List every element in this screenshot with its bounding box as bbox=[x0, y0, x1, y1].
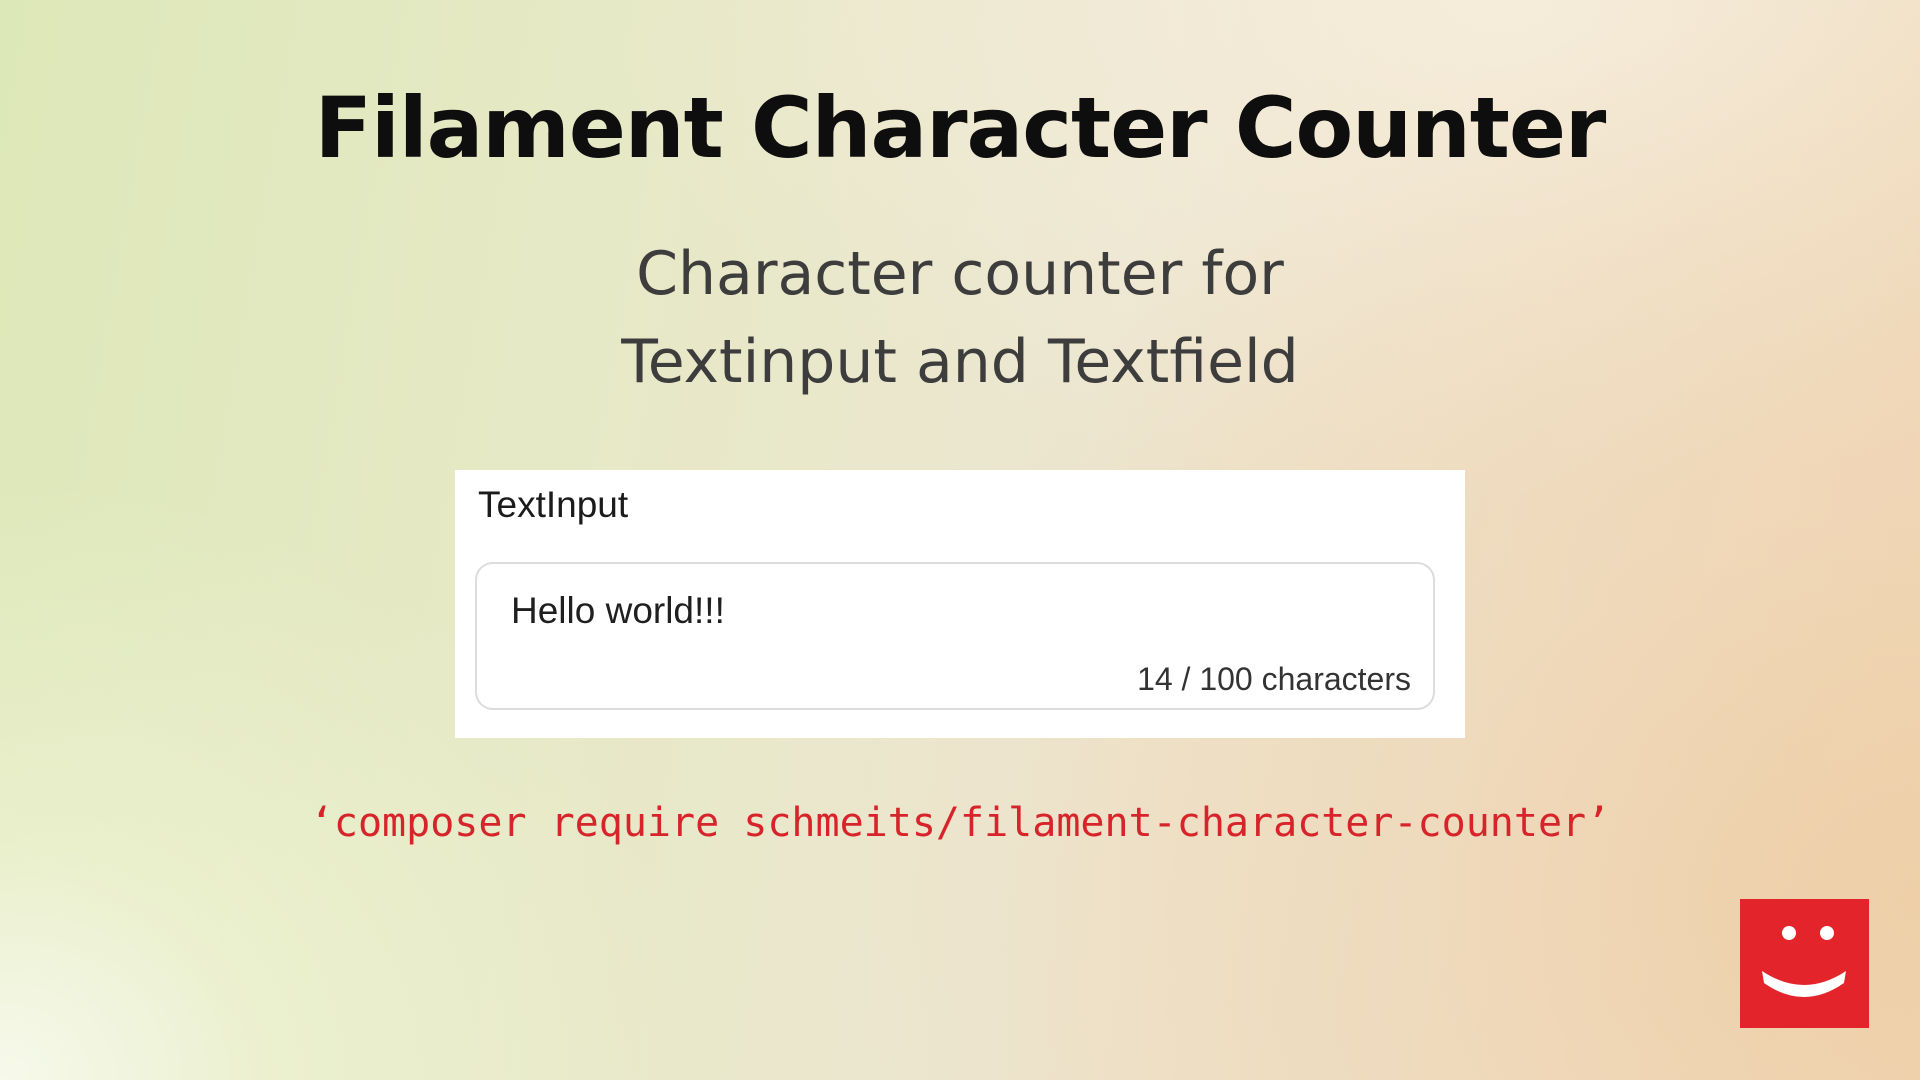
character-counter: 14 / 100 characters bbox=[1137, 661, 1411, 697]
textinput-label: TextInput bbox=[478, 484, 629, 525]
subtitle-line-1: Character counter for bbox=[636, 239, 1284, 309]
slide-subtitle: Character counter for Textinput and Text… bbox=[0, 230, 1920, 406]
slide-title: Filament Character Counter bbox=[314, 79, 1607, 177]
install-command: ‘composer require schmeits/filament-char… bbox=[309, 800, 1611, 846]
text-input-value: Hello world!!! bbox=[511, 590, 725, 631]
smiley-face-icon bbox=[1740, 899, 1869, 1028]
text-input-field[interactable]: Hello world!!! 14 / 100 characters bbox=[475, 562, 1435, 710]
subtitle-line-2: Textinput and Textfield bbox=[621, 327, 1299, 397]
textinput-demo-card: TextInput Hello world!!! 14 / 100 charac… bbox=[455, 470, 1465, 738]
